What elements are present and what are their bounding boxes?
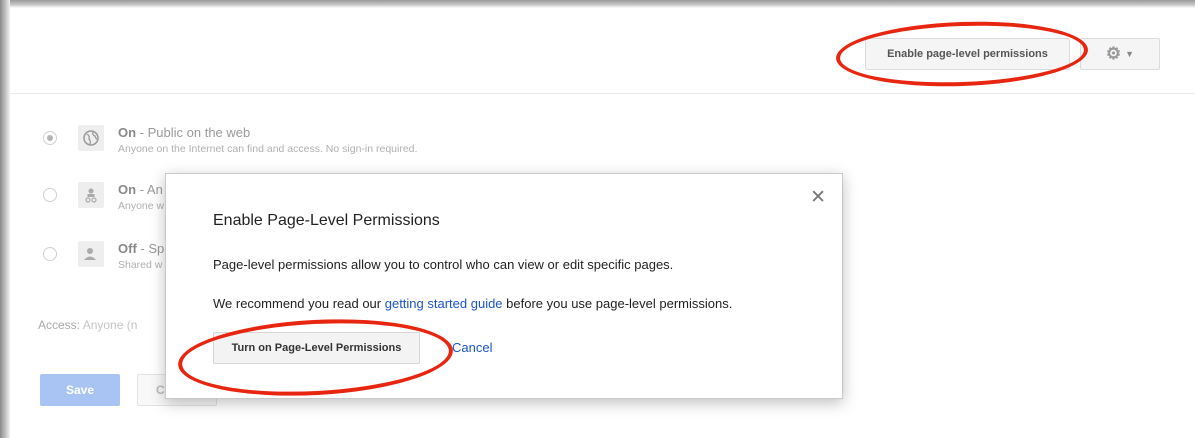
anonymous-user-icon [78, 182, 104, 208]
person-icon [78, 241, 104, 267]
dialog-cancel-link[interactable]: Cancel [452, 340, 492, 355]
globe-icon [78, 125, 104, 151]
recommendation-text: We recommend you read our [213, 296, 385, 311]
radio-public[interactable] [43, 131, 57, 145]
window-frame-left [0, 0, 10, 438]
window-frame-top [0, 0, 1195, 8]
option-title: On - An [118, 182, 163, 197]
dialog-recommendation: We recommend you read our getting starte… [213, 296, 732, 311]
option-description: Anyone w [118, 200, 165, 212]
dialog-description: Page-level permissions allow you to cont… [213, 257, 674, 272]
recommendation-text-end: before you use page-level permissions. [502, 296, 733, 311]
access-row: Access: Anyone (n [38, 318, 137, 332]
close-icon[interactable]: ✕ [810, 188, 826, 207]
option-title: On - Public on the web [118, 125, 251, 140]
option-title: Off - Sp [118, 241, 165, 256]
access-value: Anyone (n [82, 318, 138, 332]
getting-started-guide-link[interactable]: getting started guide [385, 296, 503, 311]
option-description: Anyone on the Internet can find and acce… [118, 143, 418, 155]
annotation-ellipse-enable-button [834, 17, 1090, 91]
dialog-title: Enable Page-Level Permissions [213, 212, 440, 229]
settings-menu-button[interactable]: ⚙ ▼ [1080, 38, 1160, 70]
radio-anyone-with-link[interactable] [43, 188, 57, 202]
radio-specific-people[interactable] [43, 247, 57, 261]
sharing-settings-page: Enable page-level permissions ⚙ ▼ On - P… [10, 8, 1195, 438]
save-button[interactable]: Save [40, 374, 120, 406]
access-label: Access: [38, 318, 81, 332]
gear-icon: ⚙ [1105, 44, 1122, 63]
chevron-down-icon: ▼ [1125, 49, 1135, 59]
option-description: Shared w [118, 259, 163, 271]
header-divider [10, 93, 1195, 94]
